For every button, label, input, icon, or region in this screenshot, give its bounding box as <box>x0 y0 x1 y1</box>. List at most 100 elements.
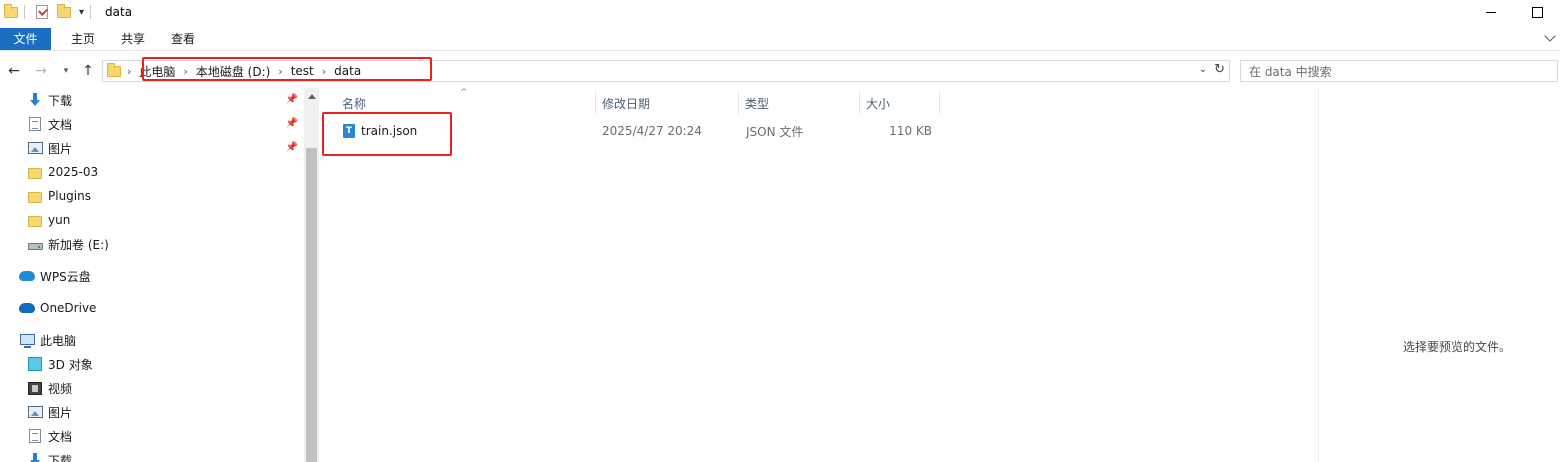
navigation-pane: 下载 📌 文档 📌 图片 📌 2025-03 Plugins yun 新加卷 (… <box>0 88 304 462</box>
scrollbar-thumb[interactable] <box>306 148 317 462</box>
sidebar-item-label: 图片 <box>48 405 73 420</box>
sidebar-item-label: OneDrive <box>40 301 97 315</box>
sidebar-item-pictures[interactable]: 图片 📌 <box>27 137 304 159</box>
window-title: data <box>105 5 133 19</box>
title-bar: ▾ data <box>0 0 1560 24</box>
maximize-button[interactable] <box>1514 0 1560 24</box>
separator <box>90 5 92 19</box>
sidebar-item-this-pc[interactable]: 此电脑 <box>19 329 76 351</box>
breadcrumb-local-disk-d[interactable]: 本地磁盘 (D:) <box>194 63 272 80</box>
file-list: ^ 名称 修改日期 类型 大小 T train.json 2025/4/27 2… <box>320 88 1318 462</box>
sidebar-item-wps-cloud[interactable]: WPS云盘 <box>19 265 91 287</box>
expand-ribbon-icon[interactable] <box>1544 30 1556 42</box>
table-row[interactable]: T train.json 2025/4/27 20:24 JSON 文件 110… <box>320 120 1318 142</box>
onedrive-icon <box>19 300 35 316</box>
file-name: train.json <box>361 124 418 138</box>
window-controls <box>1468 0 1560 24</box>
chevron-right-icon[interactable]: › <box>183 65 187 78</box>
breadcrumb-this-pc[interactable]: 此电脑 <box>137 63 177 80</box>
chevron-right-icon[interactable]: › <box>127 65 131 78</box>
chevron-down-icon[interactable]: ⌄ <box>1199 64 1207 75</box>
folder-icon <box>107 62 121 77</box>
column-header-type[interactable]: 类型 <box>739 92 860 114</box>
folder-icon <box>27 188 43 204</box>
folder-icon <box>27 212 43 228</box>
pin-icon: 📌 <box>285 142 298 153</box>
quick-access-dropdown-icon[interactable]: ▾ <box>79 7 84 18</box>
preview-empty-text: 选择要预览的文件。 <box>1403 340 1512 354</box>
sidebar-item-label: 新加卷 (E:) <box>48 237 109 252</box>
drive-icon <box>27 236 43 252</box>
search-input[interactable]: 在 data 中搜索 <box>1240 60 1558 82</box>
scroll-up-arrow-icon[interactable] <box>308 94 316 99</box>
folder-icon <box>27 164 43 180</box>
3d-objects-icon <box>27 356 43 372</box>
sidebar-item-3d-objects[interactable]: 3D 对象 <box>27 353 93 375</box>
sidebar-item-label: 图片 <box>48 141 73 156</box>
preview-pane: 选择要预览的文件。 <box>1318 88 1560 462</box>
sidebar-item-2025-03[interactable]: 2025-03 <box>27 161 98 183</box>
document-icon <box>27 116 43 132</box>
sidebar-item-downloads[interactable]: 下载 📌 <box>27 89 304 111</box>
breadcrumb-test[interactable]: test <box>289 64 316 78</box>
this-pc-icon <box>19 332 35 348</box>
json-file-icon: T <box>343 124 355 138</box>
tab-view[interactable]: 查看 <box>165 28 201 50</box>
download-icon <box>27 452 43 462</box>
sidebar-item-videos[interactable]: 视频 <box>27 377 72 399</box>
sidebar-item-label: Plugins <box>48 189 91 203</box>
navigation-bar: ← → ▾ ↑ › 此电脑 › 本地磁盘 (D:) › test › data … <box>0 57 1560 84</box>
pin-icon: 📌 <box>285 118 298 129</box>
sidebar-item-pictures-pc[interactable]: 图片 <box>27 401 72 423</box>
recent-locations-icon[interactable]: ▾ <box>59 62 73 80</box>
address-bar[interactable]: › 此电脑 › 本地磁盘 (D:) › test › data ⌄ ↻ <box>102 57 1230 82</box>
pin-icon: 📌 <box>285 94 298 105</box>
sidebar-item-label: 文档 <box>48 117 73 132</box>
file-name-cell[interactable]: T train.json <box>343 120 417 142</box>
sidebar-item-label: 3D 对象 <box>48 357 93 372</box>
sidebar-item-documents[interactable]: 文档 📌 <box>27 113 304 135</box>
back-arrow-icon[interactable]: ← <box>5 62 23 80</box>
sidebar-item-documents-pc[interactable]: 文档 <box>27 425 72 447</box>
sidebar-item-drive-e[interactable]: 新加卷 (E:) <box>27 233 109 255</box>
sidebar-item-label: 文档 <box>48 429 73 444</box>
wps-cloud-icon <box>19 268 35 284</box>
refresh-icon[interactable]: ↻ <box>1214 62 1225 77</box>
sidebar-item-label: yun <box>48 213 71 227</box>
column-header-modified[interactable]: 修改日期 <box>596 92 739 114</box>
sidebar-item-label: 此电脑 <box>40 333 77 348</box>
column-header-name[interactable]: 名称 <box>336 92 596 114</box>
sidebar-item-yun[interactable]: yun <box>27 209 70 231</box>
document-icon <box>27 428 43 444</box>
properties-icon[interactable] <box>35 5 49 19</box>
separator <box>24 5 25 19</box>
sidebar-item-label: 下载 <box>48 93 73 108</box>
file-modified: 2025/4/27 20:24 <box>602 124 702 138</box>
tab-share[interactable]: 共享 <box>115 28 151 50</box>
sidebar-scrollbar[interactable] <box>304 88 319 462</box>
up-arrow-icon[interactable]: ↑ <box>79 62 97 80</box>
sidebar-item-downloads-pc[interactable]: 下载 <box>27 449 72 462</box>
chevron-right-icon[interactable]: › <box>322 65 326 78</box>
tab-file[interactable]: 文件 <box>0 27 51 50</box>
column-header-size[interactable]: 大小 <box>860 92 940 114</box>
tab-home[interactable]: 主页 <box>65 28 101 50</box>
minimize-button[interactable] <box>1468 0 1514 24</box>
new-folder-icon[interactable] <box>57 3 71 19</box>
file-size: 110 KB <box>889 124 932 138</box>
sidebar-item-label: 视频 <box>48 381 73 396</box>
forward-arrow-icon[interactable]: → <box>32 62 50 80</box>
download-icon <box>27 92 43 108</box>
sidebar-item-label: WPS云盘 <box>40 269 91 284</box>
chevron-right-icon[interactable]: › <box>278 65 282 78</box>
sidebar-item-plugins[interactable]: Plugins <box>27 185 91 207</box>
sidebar-item-label: 下载 <box>48 453 73 462</box>
breadcrumb-data[interactable]: data <box>332 64 363 78</box>
ribbon-tabs: 文件 主页 共享 查看 <box>0 27 1560 51</box>
picture-icon <box>27 404 43 420</box>
sidebar-item-label: 2025-03 <box>48 165 99 179</box>
video-icon <box>27 380 43 396</box>
sidebar-item-onedrive[interactable]: OneDrive <box>19 297 96 319</box>
file-type: JSON 文件 <box>746 124 804 139</box>
folder-icon[interactable] <box>4 3 18 19</box>
